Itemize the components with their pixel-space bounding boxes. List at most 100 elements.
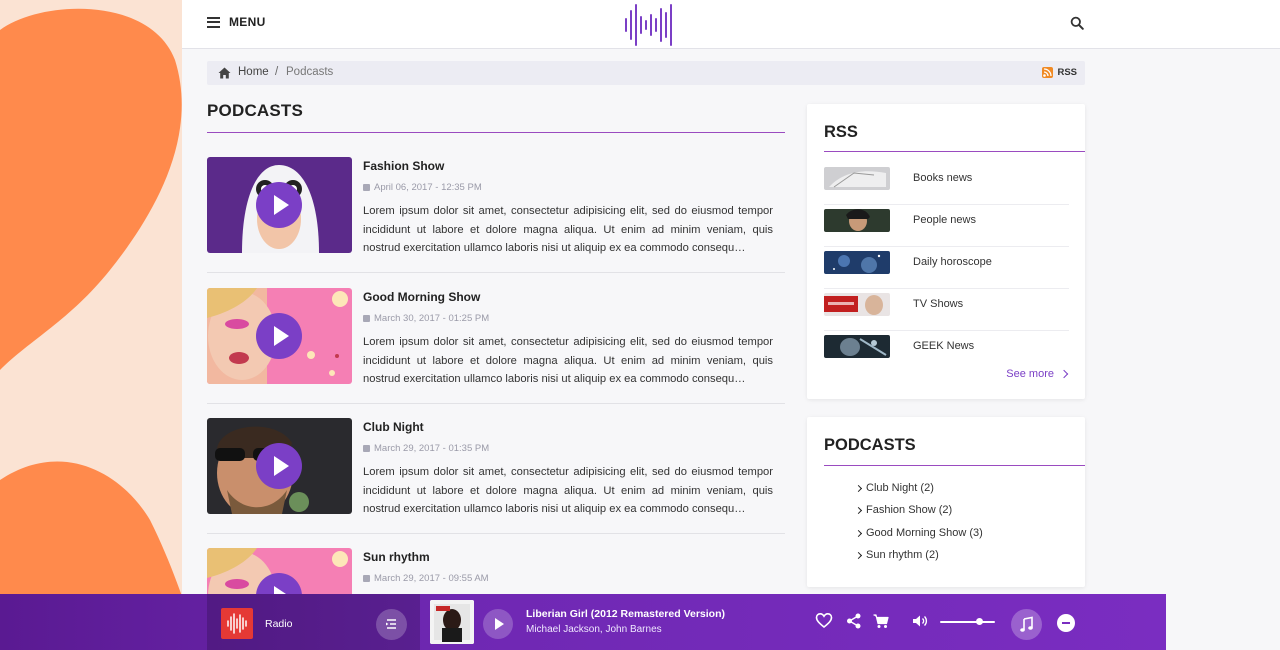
rss-card: RSS Books news People news Daily horosco… (807, 104, 1085, 399)
see-more-link[interactable]: See more (1006, 368, 1069, 380)
rss-item-books[interactable]: Books news (824, 163, 1069, 205)
podcast-item: Club Night March 29, 2017 - 01:35 PM Lor… (207, 418, 785, 548)
podcast-date-text: March 29, 2017 - 01:35 PM (374, 443, 490, 454)
hamburger-icon (207, 16, 220, 28)
menu-button[interactable]: MENU (207, 15, 266, 29)
podcast-date-text: March 29, 2017 - 09:55 AM (374, 573, 489, 584)
podcast-date-text: April 06, 2017 - 12:35 PM (374, 182, 482, 193)
podcast-categories-title: PODCASTS (824, 436, 916, 454)
rss-item-label: Books news (913, 172, 973, 184)
podcast-date: April 06, 2017 - 12:35 PM (363, 182, 482, 193)
track-artist: Michael Jackson, John Barnes (526, 624, 662, 635)
breadcrumb-home-link[interactable]: Home (238, 66, 269, 78)
menu-label: MENU (229, 15, 266, 29)
breadcrumb: Home / Podcasts RSS (207, 61, 1085, 85)
rss-thumbnail (824, 167, 890, 190)
rss-item-label: Daily horoscope (913, 256, 992, 268)
podcast-date-text: March 30, 2017 - 01:25 PM (374, 313, 490, 324)
calendar-icon (363, 184, 370, 191)
category-link-good-morning-show[interactable]: Good Morning Show (3) (854, 527, 983, 539)
category-link-sun-rhythm[interactable]: Sun rhythm (2) (854, 549, 939, 561)
podcast-thumbnail[interactable] (207, 288, 352, 384)
podcast-categories-card: PODCASTS Club Night (2) Fashion Show (2)… (807, 417, 1085, 587)
decorative-blob-left (0, 0, 200, 650)
podcast-title[interactable]: Sun rhythm (363, 550, 430, 564)
page: MENU Home / Podcasts RSS PODCASTS Fashio… (182, 0, 1280, 650)
playlist-queue-button[interactable] (376, 609, 407, 640)
podcast-date: March 30, 2017 - 01:25 PM (363, 313, 489, 324)
radio-source-label: Radio (265, 618, 293, 630)
podcast-thumbnail[interactable] (207, 157, 352, 253)
rss-link[interactable]: RSS (1042, 67, 1077, 78)
top-bar: MENU (182, 0, 1280, 49)
queue-icon (386, 619, 396, 629)
calendar-icon (363, 445, 370, 452)
rss-card-divider (824, 151, 1085, 152)
category-label: Club Night (2) (866, 482, 934, 494)
track-title: Liberian Girl (2012 Remastered Version) (526, 608, 725, 620)
chevron-right-icon (854, 484, 863, 492)
rss-link-label: RSS (1057, 67, 1077, 78)
play-button[interactable] (256, 443, 302, 489)
podcast-date: March 29, 2017 - 01:35 PM (363, 443, 489, 454)
rss-item-tv-shows[interactable]: TV Shows (824, 289, 1069, 331)
rss-card-title: RSS (824, 123, 858, 141)
see-more-label: See more (1006, 368, 1054, 380)
radio-station-icon[interactable] (221, 608, 253, 639)
chevron-right-icon (1059, 369, 1069, 379)
chevron-right-icon (854, 551, 863, 559)
volume-slider-track[interactable] (940, 621, 995, 623)
podcast-excerpt: Lorem ipsum dolor sit amet, consectetur … (363, 336, 773, 385)
calendar-icon (363, 575, 370, 582)
calendar-icon (363, 315, 370, 322)
podcast-title[interactable]: Club Night (363, 420, 424, 434)
volume-slider-handle[interactable] (975, 618, 983, 625)
breadcrumb-separator: / (275, 66, 279, 78)
category-label: Good Morning Show (3) (866, 527, 983, 539)
collapse-player-button[interactable] (1057, 614, 1075, 632)
cart-icon[interactable] (872, 612, 890, 630)
category-label: Fashion Show (2) (866, 504, 953, 516)
podcast-thumbnail[interactable] (207, 418, 352, 514)
item-divider (207, 403, 785, 404)
item-divider (207, 272, 785, 273)
share-icon[interactable] (845, 612, 863, 630)
album-cover (430, 600, 474, 644)
category-link-fashion-show[interactable]: Fashion Show (2) (854, 504, 953, 516)
rss-item-horoscope[interactable]: Daily horoscope (824, 247, 1069, 289)
category-link-club-night[interactable]: Club Night (2) (854, 482, 934, 494)
player-play-button[interactable] (483, 609, 513, 639)
podcast-item: Fashion Show April 06, 2017 - 12:35 PM L… (207, 157, 785, 287)
podcast-date: March 29, 2017 - 09:55 AM (363, 573, 489, 584)
play-button[interactable] (256, 313, 302, 359)
rss-thumbnail (824, 251, 890, 274)
soundwave-logo-icon[interactable] (623, 3, 675, 47)
home-icon (218, 67, 231, 79)
podcast-title[interactable]: Fashion Show (363, 159, 444, 173)
podcast-excerpt: Lorem ipsum dolor sit amet, consectetur … (363, 205, 773, 254)
title-divider (207, 132, 785, 133)
page-title: PODCASTS (207, 101, 304, 120)
play-button[interactable] (256, 182, 302, 228)
music-note-icon (1020, 616, 1033, 632)
rss-item-geek[interactable]: GEEK News (824, 331, 1069, 373)
search-icon[interactable] (1070, 16, 1084, 30)
rss-item-label: TV Shows (913, 298, 964, 310)
rss-thumbnail (824, 209, 890, 232)
rss-icon (1042, 67, 1054, 78)
item-divider (207, 533, 785, 534)
rss-item-people[interactable]: People news (824, 205, 1069, 247)
podcast-title[interactable]: Good Morning Show (363, 290, 480, 304)
music-note-button[interactable] (1011, 609, 1042, 640)
category-label: Sun rhythm (2) (866, 549, 939, 561)
podcast-item: Good Morning Show March 30, 2017 - 01:25… (207, 288, 785, 418)
heart-icon[interactable] (815, 612, 833, 630)
podcast-categories-divider (824, 465, 1085, 466)
rss-thumbnail (824, 335, 890, 358)
rss-item-label: GEEK News (913, 340, 975, 352)
rss-item-label: People news (913, 214, 976, 226)
breadcrumb-current: Podcasts (286, 66, 334, 78)
rss-thumbnail (824, 293, 890, 316)
volume-icon[interactable] (911, 612, 929, 630)
podcast-excerpt: Lorem ipsum dolor sit amet, consectetur … (363, 466, 773, 515)
